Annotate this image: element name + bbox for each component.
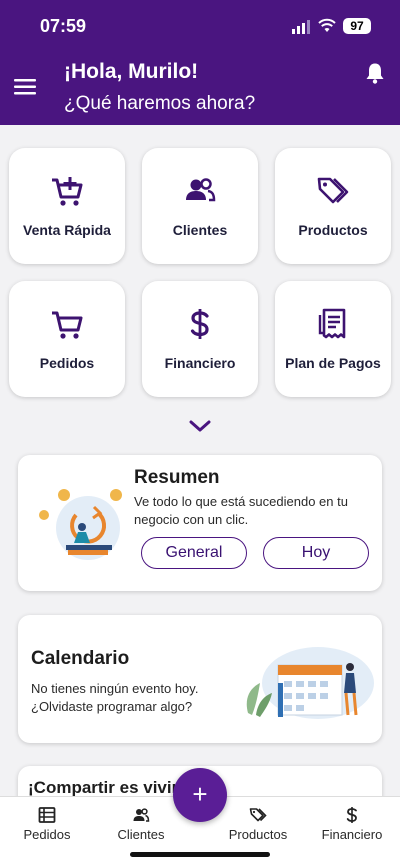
shortcut-label: Productos — [298, 222, 368, 238]
shortcut-productos[interactable]: Productos — [275, 148, 391, 264]
calendar-title: Calendario — [31, 648, 130, 669]
calendar-card[interactable]: Calendario No tienes ningún evento hoy. … — [18, 615, 382, 743]
shortcut-clientes[interactable]: Clientes — [142, 148, 258, 264]
summary-illustration — [39, 489, 122, 560]
tab-financiero[interactable]: Financiero — [307, 797, 397, 847]
calendar-illustration — [246, 647, 374, 719]
tab-productos[interactable]: Productos — [213, 797, 303, 847]
shortcut-label: Venta Rápida — [23, 222, 111, 238]
general-button[interactable]: General — [141, 537, 247, 569]
receipt-icon — [318, 308, 346, 339]
chevron-down-icon[interactable] — [189, 418, 211, 434]
tab-clientes[interactable]: Clientes — [96, 797, 186, 847]
shortcut-label: Clientes — [172, 222, 228, 238]
app-header: 07:59 97 ¡Hola, Murilo! ¿Qué haremos aho… — [0, 0, 400, 125]
share-title: ¡Compartir es vivir — [28, 778, 179, 797]
status-bar: 07:59 97 — [0, 16, 400, 38]
tab-label: Financiero — [321, 827, 383, 842]
tab-label: Productos — [228, 827, 288, 842]
menu-icon[interactable] — [14, 78, 36, 96]
tab-label: Pedidos — [23, 827, 71, 842]
shortcut-label: Pedidos — [39, 355, 95, 371]
tags-icon — [317, 177, 349, 204]
signal-icon — [292, 20, 310, 34]
dollar-icon — [190, 309, 209, 339]
shortcut-venta-rapida[interactable]: Venta Rápida — [9, 148, 125, 264]
battery-indicator: 97 — [343, 18, 371, 34]
summary-card[interactable]: Resumen Ve todo lo que está sucediendo e… — [18, 455, 382, 591]
status-time: 07:59 — [40, 16, 87, 36]
tags-icon — [249, 808, 267, 822]
cart-plus-icon — [52, 177, 83, 206]
tab-pedidos[interactable]: Pedidos — [2, 797, 92, 847]
greeting-subtitle: ¿Qué haremos ahora? — [64, 93, 256, 114]
summary-title: Resumen — [134, 467, 220, 488]
dollar-icon — [346, 807, 357, 823]
home-indicator — [130, 852, 270, 857]
today-button[interactable]: Hoy — [263, 537, 369, 569]
users-icon — [133, 808, 150, 822]
summary-text: Ve todo lo que está sucediendo en tu neg… — [134, 494, 348, 527]
users-icon — [186, 178, 216, 202]
list-icon — [38, 807, 56, 823]
calendar-text: No tienes ningún evento hoy. ¿Olvidaste … — [31, 681, 199, 714]
shortcut-financiero[interactable]: Financiero — [142, 281, 258, 397]
bell-icon[interactable] — [365, 62, 385, 84]
shortcut-pedidos[interactable]: Pedidos — [9, 281, 125, 397]
shortcut-label: Financiero — [164, 355, 236, 371]
shortcut-label: Plan de Pagos — [285, 355, 381, 371]
wifi-icon — [318, 18, 336, 32]
tab-label: Clientes — [117, 827, 165, 842]
greeting-title: ¡Hola, Murilo! — [64, 60, 199, 83]
shortcut-plan-de-pagos[interactable]: Plan de Pagos — [275, 281, 391, 397]
cart-icon — [52, 311, 83, 339]
add-button[interactable]: + — [173, 768, 227, 822]
